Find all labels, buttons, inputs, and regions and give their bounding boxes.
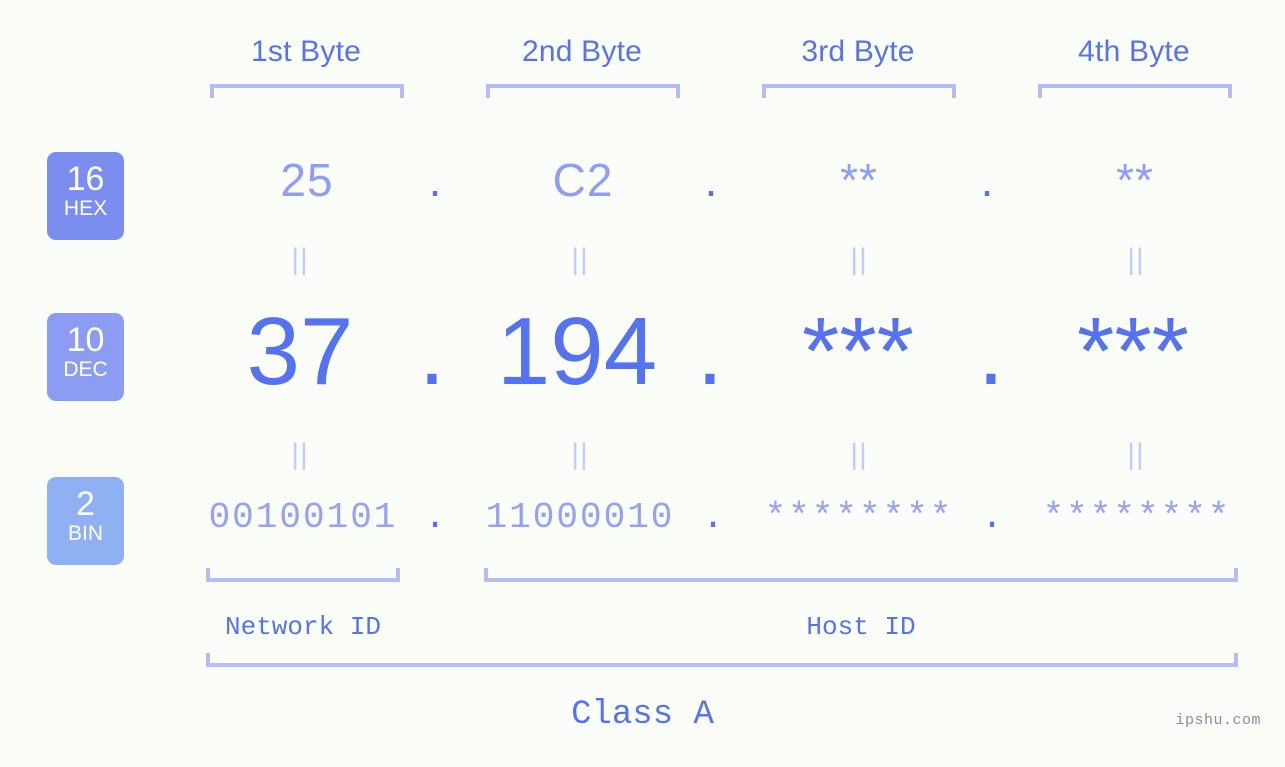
- bin-separator-2: .: [702, 497, 724, 538]
- network-id-bracket: [206, 568, 400, 582]
- base-badge-bin-abbr: BIN: [67, 522, 103, 545]
- dec-byte-value-1: 37: [246, 298, 354, 405]
- base-badge-hex-number: 16: [66, 160, 105, 198]
- equivalence-connector-1-2: ||: [571, 243, 589, 276]
- dec-byte-value-3: ***: [801, 298, 915, 405]
- byte-header-label-4: 4th Byte: [1078, 35, 1190, 68]
- byte-bracket-4: [1038, 84, 1232, 98]
- equivalence-connector-2-1: ||: [291, 438, 309, 471]
- hex-byte-value-4: **: [1116, 154, 1154, 206]
- bin-separator-1: .: [424, 497, 446, 538]
- hex-byte-value-1: 25: [280, 154, 334, 206]
- byte-header-label-2: 2nd Byte: [521, 35, 643, 68]
- dec-byte-value-4: ***: [1076, 298, 1190, 405]
- equivalence-connector-1-4: ||: [1127, 243, 1145, 276]
- equivalence-connector-1-1: ||: [291, 243, 309, 276]
- hex-separator-1: .: [428, 154, 442, 206]
- hex-separator-2: .: [704, 154, 718, 206]
- dec-separator-3: .: [977, 298, 1005, 405]
- ip-address-breakdown-diagram: 1st Byte 2nd Byte 3rd Byte 4th Byte 16 H…: [0, 0, 1285, 767]
- hex-byte-value-3: **: [840, 154, 878, 206]
- dec-separator-1: .: [418, 298, 446, 405]
- dec-separator-2: .: [696, 298, 724, 405]
- host-id-label: Host ID: [806, 612, 916, 642]
- base-badge-dec-number: 10: [66, 321, 105, 359]
- byte-header-label-3: 3rd Byte: [801, 35, 915, 68]
- base-badge-bin: 2 BIN: [47, 477, 124, 565]
- byte-bracket-3: [762, 84, 956, 98]
- class-label: Class A: [571, 696, 714, 734]
- byte-header-label-1: 1st Byte: [251, 35, 361, 68]
- dec-byte-value-2: 194: [496, 298, 658, 405]
- bin-byte-value-2: 11000010: [485, 497, 675, 538]
- equivalence-connector-2-4: ||: [1127, 438, 1145, 471]
- bin-byte-value-4: ********: [1042, 497, 1232, 538]
- base-badge-hex-abbr: HEX: [63, 197, 108, 220]
- equivalence-connector-2-3: ||: [850, 438, 868, 471]
- hex-byte-value-2: C2: [552, 154, 614, 206]
- equivalence-connector-2-2: ||: [571, 438, 589, 471]
- equivalence-connector-1-3: ||: [850, 243, 868, 276]
- base-badge-dec: 10 DEC: [47, 313, 124, 401]
- byte-bracket-1: [210, 84, 404, 98]
- base-badge-dec-abbr: DEC: [63, 358, 108, 381]
- bin-byte-value-3: ********: [764, 497, 954, 538]
- hex-separator-3: .: [980, 154, 994, 206]
- bin-separator-3: .: [981, 497, 1003, 538]
- host-id-bracket: [484, 568, 1238, 582]
- site-watermark: ipshu.com: [1175, 712, 1261, 729]
- base-badge-bin-number: 2: [76, 485, 95, 523]
- class-bracket: [206, 653, 1238, 667]
- network-id-label: Network ID: [224, 612, 382, 642]
- base-badge-hex: 16 HEX: [47, 152, 124, 240]
- bin-byte-value-1: 00100101: [208, 497, 398, 538]
- byte-bracket-2: [486, 84, 680, 98]
